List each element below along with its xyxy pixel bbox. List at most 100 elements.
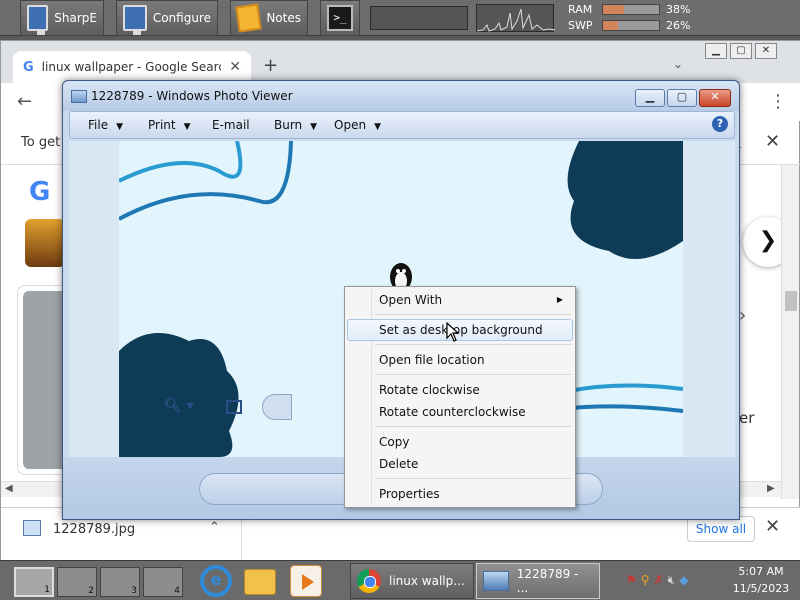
task-chrome[interactable]: linux wallp... xyxy=(350,563,474,599)
network-error-icon[interactable]: ⚑ xyxy=(626,573,637,588)
photo-viewer-icon xyxy=(483,571,509,591)
ctx-rotate-clockwise-label: Rotate clockwise xyxy=(379,383,480,397)
workspace-number: 1 xyxy=(44,585,50,595)
ctx-separator xyxy=(375,426,571,427)
task-photo-viewer-label: 1228789 - ... xyxy=(516,567,579,595)
maximize-icon[interactable]: ▢ xyxy=(730,43,752,59)
workspace-1[interactable]: 1 xyxy=(14,567,54,597)
minimize-icon[interactable]: ▁ xyxy=(635,89,665,107)
ctx-open-file-location[interactable]: Open file location xyxy=(347,349,573,371)
ctx-properties[interactable]: Properties xyxy=(347,483,573,505)
workspace-4[interactable]: 4 xyxy=(143,567,183,597)
scroll-right-icon[interactable]: ▶ xyxy=(767,483,775,494)
ctx-separator xyxy=(375,478,571,479)
terminal-launcher[interactable]: >_ xyxy=(320,0,360,36)
chevron-up-icon[interactable]: ⌃ xyxy=(209,520,220,535)
bluetooth-icon[interactable]: ◆ xyxy=(679,573,688,588)
actual-size-icon[interactable] xyxy=(226,400,242,414)
configure-launcher[interactable]: Configure xyxy=(116,0,218,36)
wallpaper-blob xyxy=(567,141,683,259)
chevron-down-icon[interactable]: ⌄ xyxy=(673,57,683,71)
vertical-scrollbar[interactable] xyxy=(781,165,799,499)
clock-date: 11/5/2023 xyxy=(732,582,790,595)
workspace-number: 4 xyxy=(174,586,180,596)
menu-email[interactable]: E-mail xyxy=(212,118,250,132)
sharpe-launcher[interactable]: SharpE xyxy=(20,0,104,36)
photo-viewer-titlebar[interactable]: 1228789 - Windows Photo Viewer ▁ ▢ ✕ xyxy=(63,81,739,111)
ram-bar-fill xyxy=(603,4,625,14)
swp-label: SWP xyxy=(568,18,593,32)
google-logo[interactable]: G xyxy=(29,177,50,207)
ram-meter: RAM 38% xyxy=(568,2,698,16)
ctx-delete-label: Delete xyxy=(379,457,419,471)
panel-blank-widget xyxy=(370,6,468,30)
close-icon[interactable]: ✕ xyxy=(755,43,777,59)
ctx-delete[interactable]: Delete xyxy=(347,453,573,475)
swp-bar xyxy=(602,19,660,31)
infobar-close-icon[interactable]: ✕ xyxy=(765,131,780,152)
media-player-icon[interactable] xyxy=(290,565,322,597)
ctx-rotate-counterclockwise[interactable]: Rotate counterclockwise xyxy=(347,401,573,423)
workspace-2[interactable]: 2 xyxy=(57,567,97,597)
chevron-right-icon[interactable]: › xyxy=(739,305,746,326)
taskbar: 1 2 3 4 e linux wallp... 1228789 - ... ⚑… xyxy=(0,560,800,600)
search-icon[interactable]: ⚲ xyxy=(641,573,650,588)
help-icon[interactable]: ? xyxy=(712,116,728,132)
kebab-menu-icon[interactable]: ⋮ xyxy=(769,91,787,112)
menu-burn[interactable]: Burn ▼ xyxy=(274,118,317,132)
ram-label: RAM xyxy=(568,2,593,16)
menu-burn-label: Burn xyxy=(274,118,303,132)
result-thumbnail[interactable] xyxy=(25,219,65,267)
clock[interactable]: 5:07 AM 11/5/2023 xyxy=(726,563,796,597)
ctx-rotate-counterclockwise-label: Rotate counterclockwise xyxy=(379,405,526,419)
ctx-separator xyxy=(375,374,571,375)
tools-icon[interactable]: ✗ xyxy=(654,573,664,588)
ctx-open-with[interactable]: Open With ▶ xyxy=(347,289,573,311)
caret-down-icon: ▼ xyxy=(374,122,381,132)
swp-bar-fill xyxy=(603,20,618,30)
minimize-icon[interactable]: ▁ xyxy=(705,43,727,59)
download-filename[interactable]: 1228789.jpg xyxy=(53,522,135,537)
sharpe-label: SharpE xyxy=(54,11,97,25)
wallpaper-wave xyxy=(558,404,683,413)
configure-label: Configure xyxy=(152,11,211,25)
task-chrome-label: linux wallp... xyxy=(389,574,465,588)
volume-muted-icon[interactable]: 🔇︎ xyxy=(668,573,676,588)
ctx-copy[interactable]: Copy xyxy=(347,431,573,453)
wallpaper-wave xyxy=(119,141,293,221)
zoom-icon[interactable]: 🔍︎ ▾ xyxy=(164,398,194,414)
ctx-open-with-label: Open With xyxy=(379,293,443,307)
downloads-close-icon[interactable]: ✕ xyxy=(765,516,780,537)
chrome-tabstrip: G linux wallpaper - Google Search ✕ + ⌄ … xyxy=(1,41,800,83)
scroll-left-icon[interactable]: ◀ xyxy=(5,483,13,494)
photo-viewer-menubar: File ▼ Print ▼ E-mail Burn ▼ Open ▼ ? xyxy=(69,111,735,139)
menu-open-label: Open xyxy=(334,118,367,132)
previous-button[interactable] xyxy=(262,394,292,420)
close-icon[interactable]: ✕ xyxy=(699,89,731,107)
wallpaper-wave xyxy=(119,141,243,183)
file-explorer-icon[interactable] xyxy=(244,569,276,595)
back-arrow-icon[interactable]: ← xyxy=(17,91,32,112)
swp-meter: SWP 26% xyxy=(568,18,698,32)
scrollbar-thumb[interactable] xyxy=(785,291,797,311)
mouse-cursor-icon xyxy=(446,322,460,342)
top-panel: SharpE Configure Notes >_ RAM 38% SWP 26… xyxy=(0,0,800,36)
tab-close-icon[interactable]: ✕ xyxy=(229,59,241,75)
menu-file[interactable]: File ▼ xyxy=(88,118,123,132)
menu-print[interactable]: Print ▼ xyxy=(148,118,191,132)
ctx-rotate-clockwise[interactable]: Rotate clockwise xyxy=(347,379,573,401)
ctx-set-desktop-background[interactable]: Set as desktop background xyxy=(347,319,573,341)
workspace-3[interactable]: 3 xyxy=(100,567,140,597)
notes-launcher[interactable]: Notes xyxy=(230,0,308,36)
menu-open[interactable]: Open ▼ xyxy=(334,118,381,132)
chrome-tab[interactable]: G linux wallpaper - Google Search ✕ xyxy=(13,51,251,83)
task-photo-viewer[interactable]: 1228789 - ... xyxy=(476,563,600,599)
internet-explorer-icon[interactable]: e xyxy=(200,565,232,597)
google-favicon-icon: G xyxy=(23,59,34,75)
chrome-window-controls: ▁ ▢ ✕ xyxy=(705,43,777,59)
maximize-icon[interactable]: ▢ xyxy=(667,89,697,107)
new-tab-icon[interactable]: + xyxy=(263,55,278,76)
photo-viewer-window-controls: ▁ ▢ ✕ xyxy=(635,89,731,107)
system-tray: ⚑ ⚲ ✗ 🔇︎ ◆ xyxy=(626,573,688,588)
chrome-tab-title: linux wallpaper - Google Search xyxy=(41,60,222,74)
